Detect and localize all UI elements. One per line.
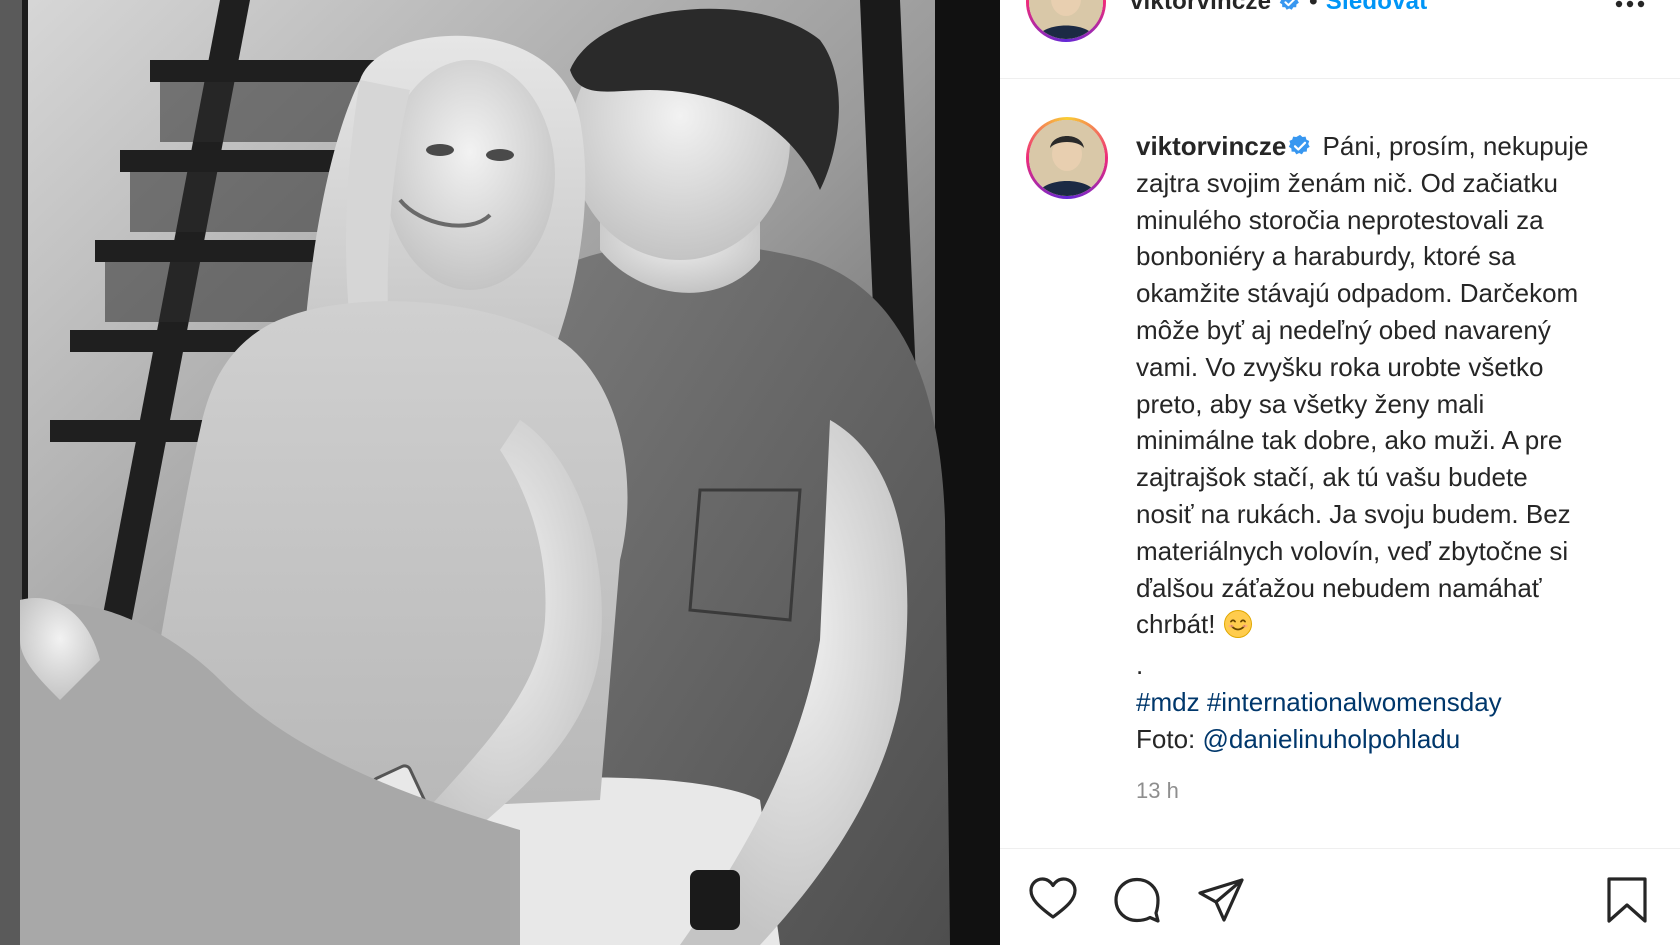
header-separator: •: [1309, 0, 1318, 15]
caption-line-0: viktorvincze Páni, prosím, nekupuje: [1136, 128, 1636, 165]
caption-dot: .: [1136, 650, 1144, 681]
couple-photo-image: [0, 0, 1000, 945]
post-header: viktorvincze • Sledovať: [1000, 0, 1680, 79]
post-action-bar: [1000, 848, 1680, 945]
verified-badge-icon: [1279, 0, 1300, 10]
hashtag-link[interactable]: #internationalwomensday: [1207, 687, 1502, 717]
caption-text-line: chrbát!: [1136, 609, 1216, 640]
caption-text-line: môže byť aj nedeľný obed navarený: [1136, 314, 1551, 345]
caption-text-line: preto, aby sa všetky ženy mali: [1136, 388, 1485, 419]
caption-avatar[interactable]: [1026, 117, 1108, 199]
smiling-face-emoji-icon: [1223, 610, 1252, 639]
caption-text-line: ďalšou záťažou nebudem namáhať: [1136, 572, 1542, 603]
post-side-panel: viktorvincze • Sledovať viktorvincze Pán…: [1000, 0, 1680, 945]
share-button[interactable]: [1196, 875, 1246, 925]
save-button[interactable]: [1602, 875, 1652, 925]
photo-credit-mention[interactable]: @danielinuholpohladu: [1202, 724, 1460, 754]
photo-credit-line: Foto: @danielinuholpohladu: [1136, 721, 1636, 758]
caption-text-line: minimálne tak dobre, ako muži. A pre: [1136, 425, 1563, 456]
hashtags-line: #mdz #internationalwomensday: [1136, 684, 1636, 721]
post-photo[interactable]: [0, 0, 1000, 945]
caption-text-line: okamžite stávajú odpadom. Darčekom: [1136, 278, 1579, 309]
caption-text-line: vami. Vo zvyšku roka urobte všetko: [1136, 351, 1544, 382]
caption-text-line: Páni, prosím, nekupuje: [1322, 131, 1589, 161]
post-timestamp[interactable]: 13 h: [1136, 778, 1179, 804]
paper-plane-icon: [1198, 878, 1244, 922]
verified-badge-icon: [1289, 134, 1310, 155]
comment-button[interactable]: [1112, 875, 1162, 925]
caption-text-line: bonboniéry a haraburdy, ktoré sa: [1136, 241, 1516, 272]
caption-text-line: minulého storočia neprotestovali za: [1136, 204, 1544, 235]
heart-icon: [1029, 877, 1077, 919]
instagram-post-view: viktorvincze • Sledovať viktorvincze Pán…: [0, 0, 1680, 945]
hashtag-link[interactable]: #mdz: [1136, 687, 1200, 717]
header-user-row: viktorvincze • Sledovať: [1130, 0, 1431, 16]
caption-username[interactable]: viktorvincze: [1136, 131, 1286, 161]
caption-last-line: chrbát!: [1136, 606, 1636, 643]
caption-text-line: zajtra svojim ženám nič. Od začiatku: [1136, 167, 1558, 198]
caption-text-line: zajtrajšok stačí, ak tú vašu budete: [1136, 462, 1528, 493]
photo-credit-prefix: Foto:: [1136, 723, 1196, 754]
bookmark-icon: [1607, 877, 1647, 923]
more-options-icon[interactable]: [1614, 0, 1646, 14]
header-username[interactable]: viktorvincze: [1130, 0, 1271, 16]
follow-button[interactable]: Sledovať: [1326, 0, 1431, 16]
caption-text-line: materiálnych volovín, veď zbytočne si: [1136, 535, 1569, 566]
like-button[interactable]: [1028, 875, 1078, 925]
post-caption: viktorvincze Páni, prosím, nekupuje zajt…: [1136, 128, 1636, 758]
profile-avatar[interactable]: [1026, 0, 1106, 42]
caption-text-line: nosiť na rukách. Ja svoju budem. Bez: [1136, 498, 1571, 529]
comment-bubble-icon: [1114, 877, 1160, 923]
